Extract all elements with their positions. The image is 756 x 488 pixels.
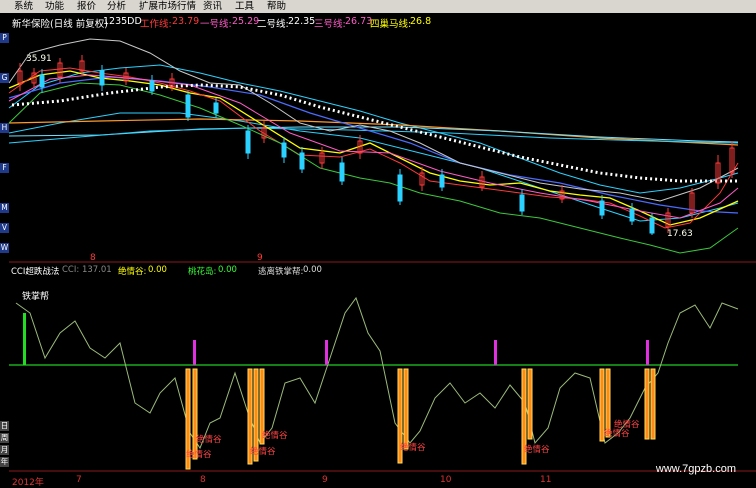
x-label-9: 9 <box>322 475 328 485</box>
bar-label-8: 绝情谷 <box>614 420 640 430</box>
menu-bar: 系统 功能 报价 分析 扩展市场行情 资讯 工具 帮助 <box>0 0 756 14</box>
side-tab-m[interactable]: M <box>0 203 9 213</box>
v2-label: 桃花岛: <box>188 267 217 277</box>
bar-label-3: 绝情谷 <box>250 447 276 457</box>
watermark: www.7gpzb.com <box>655 463 736 475</box>
bar-label-1: 绝情谷 <box>186 450 212 460</box>
bar-label-6: 绝情谷 <box>524 445 550 455</box>
menu-analysis[interactable]: 分析 <box>107 0 126 13</box>
side-tab-g[interactable]: G <box>0 73 9 83</box>
v2-value: 0.00 <box>218 265 237 275</box>
menu-system[interactable]: 系统 <box>14 0 33 13</box>
v3-label: 逃离铁掌帮: <box>258 267 304 277</box>
chart-area: 新华保险(日线 前复权) 1235DD 工作线: 23.79 一号线: 25.2… <box>0 13 756 488</box>
side-tab-h[interactable]: H <box>0 123 9 133</box>
side-tab-f[interactable]: F <box>0 163 9 173</box>
x-label-8: 8 <box>200 475 206 485</box>
period-year[interactable]: 年 <box>0 457 9 467</box>
menu-quote[interactable]: 报价 <box>77 0 96 13</box>
side-tab-w[interactable]: W <box>0 243 9 253</box>
period-week[interactable]: 周 <box>0 433 9 443</box>
v1-value: 0.00 <box>148 265 167 275</box>
cci-value: CCI: 137.01 <box>62 265 112 275</box>
bar-label-5: 绝情谷 <box>400 443 426 453</box>
side-tab-p[interactable]: P <box>0 33 9 43</box>
menu-extended-market[interactable]: 扩展市场行情 <box>139 0 196 13</box>
period-month[interactable]: 月 <box>0 445 9 455</box>
chart-canvas <box>8 38 756 472</box>
marker-8: 8 <box>90 253 96 263</box>
x-label-7: 7 <box>76 475 82 485</box>
left-toolbar: P G H F M V W 日 周 月 年 <box>0 13 9 487</box>
low-price-label: 17.63 <box>667 229 693 239</box>
v3-value: 0.00 <box>303 265 322 275</box>
v1-label: 绝情谷: <box>118 267 147 277</box>
x-label-year: 2012年 <box>12 478 44 488</box>
high-price-label: 35.91 <box>26 54 52 64</box>
menu-tools[interactable]: 工具 <box>235 0 254 13</box>
side-tab-v[interactable]: V <box>0 223 9 233</box>
zone-label: 铁掌帮 <box>22 292 50 302</box>
menu-news[interactable]: 资讯 <box>203 0 222 13</box>
x-label-10: 10 <box>440 475 452 485</box>
lower-indicator-name: CCI超跌战法 <box>11 267 60 277</box>
bar-label-2: 绝情谷 <box>196 435 222 445</box>
menu-function[interactable]: 功能 <box>45 0 64 13</box>
bar-label-4: 绝情谷 <box>262 431 288 441</box>
marker-9: 9 <box>257 253 263 263</box>
x-label-11: 11 <box>540 475 552 485</box>
menu-help[interactable]: 帮助 <box>267 0 286 13</box>
period-day[interactable]: 日 <box>0 421 9 431</box>
